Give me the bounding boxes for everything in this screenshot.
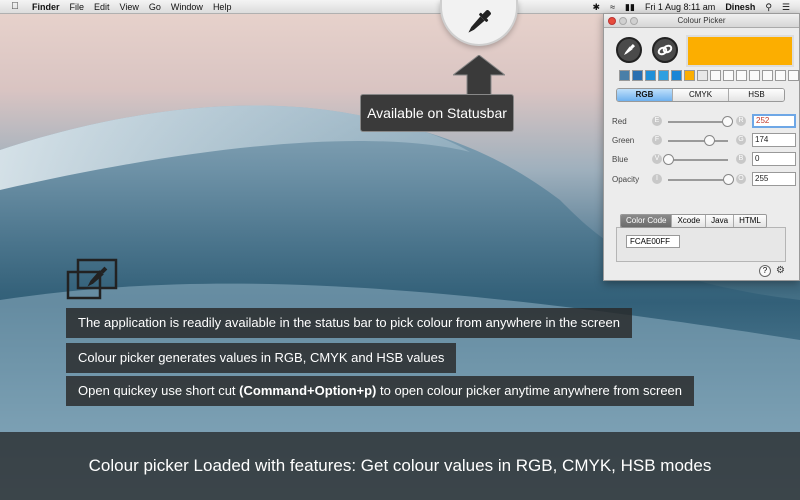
tab-java[interactable]: Java xyxy=(706,215,735,227)
menu-app-name[interactable]: Finder xyxy=(32,2,60,12)
color-mode-segment: RGB CMYK HSB xyxy=(616,88,785,102)
green-value-field[interactable]: 174 xyxy=(752,133,796,147)
menu-window[interactable]: Window xyxy=(171,2,203,12)
color-swatch[interactable] xyxy=(671,70,682,81)
slider-label: Opacity xyxy=(612,175,640,184)
spotlight-icon[interactable]: ⚲ xyxy=(765,2,772,13)
window-title: Colour Picker xyxy=(677,16,726,25)
slider-max-badge: B xyxy=(736,154,746,164)
feature-banner-statusbar: The application is readily available in … xyxy=(66,308,632,338)
feature-banner-modes: Colour picker generates values in RGB, C… xyxy=(66,343,457,373)
color-swatch[interactable] xyxy=(658,70,669,81)
link-icon xyxy=(657,44,673,56)
slider-label: Red xyxy=(612,117,627,126)
menu-view[interactable]: View xyxy=(120,2,139,12)
help-button[interactable]: ? xyxy=(759,265,771,277)
minimize-window-button[interactable] xyxy=(619,17,627,25)
screen-picker-icon xyxy=(66,258,118,300)
slider-row-blue: Blue V B 0 xyxy=(604,152,800,168)
slider-min-badge: E xyxy=(652,116,662,126)
slider-track[interactable] xyxy=(668,140,728,142)
tab-color-code[interactable]: Color Code xyxy=(621,215,673,227)
slider-max-badge: R xyxy=(736,116,746,126)
opacity-value-field[interactable]: 255 xyxy=(752,172,796,186)
code-format-tabs: Color Code Xcode Java HTML xyxy=(620,214,767,228)
feature-banner-shortcut: Open quickey use short cut (Command+Opti… xyxy=(66,376,695,406)
window-titlebar[interactable]: Colour Picker xyxy=(604,14,799,28)
close-window-button[interactable] xyxy=(608,17,616,25)
slider-knob[interactable] xyxy=(723,174,734,185)
statusbar-callout: Available on Statusbar xyxy=(360,94,514,132)
slider-knob[interactable] xyxy=(703,135,715,146)
tab-html[interactable]: HTML xyxy=(734,215,766,227)
slider-label: Green xyxy=(612,136,635,145)
selected-color-preview xyxy=(686,35,794,67)
slider-track[interactable] xyxy=(668,179,728,181)
color-swatch[interactable] xyxy=(632,70,643,81)
slider-label: Blue xyxy=(612,155,629,164)
color-swatch[interactable] xyxy=(762,70,773,81)
menu-file[interactable]: File xyxy=(70,2,85,12)
slider-track[interactable] xyxy=(668,121,728,123)
blue-value-field[interactable]: 0 xyxy=(752,152,796,166)
zoom-window-button[interactable] xyxy=(630,17,638,25)
menubar-user[interactable]: Dinesh xyxy=(725,2,755,12)
slider-row-red: Red E R 252 xyxy=(604,114,800,130)
footer-tagline: Colour picker Loaded with features: Get … xyxy=(0,432,800,500)
color-swatch[interactable] xyxy=(775,70,786,81)
shortcut-keys: (Command+Option+p) xyxy=(239,383,377,398)
color-swatch[interactable] xyxy=(619,70,630,81)
menu-edit[interactable]: Edit xyxy=(94,2,110,12)
color-swatch[interactable] xyxy=(749,70,760,81)
slider-row-opacity: Opacity I O 255 xyxy=(604,172,800,188)
color-swatch[interactable] xyxy=(645,70,656,81)
slider-knob[interactable] xyxy=(722,116,734,127)
color-swatch[interactable] xyxy=(736,70,747,81)
tab-xcode[interactable]: Xcode xyxy=(672,215,707,227)
shortcut-text-prefix: Open quickey use short cut xyxy=(78,383,240,398)
eyedropper-icon xyxy=(468,10,491,33)
mode-cmyk[interactable]: CMYK xyxy=(673,89,729,101)
color-swatch[interactable] xyxy=(710,70,721,81)
gear-icon[interactable]: ⚙ xyxy=(776,265,785,276)
color-swatch[interactable] xyxy=(697,70,708,81)
red-value-field[interactable]: 252 xyxy=(752,114,796,128)
color-swatch[interactable] xyxy=(788,70,799,81)
menu-help[interactable]: Help xyxy=(213,2,232,12)
colour-picker-window: Colour Picker RGB CMYK HSB Red E R 252 G… xyxy=(603,13,800,281)
eyedropper-icon xyxy=(624,43,636,55)
eyedropper-button[interactable] xyxy=(616,37,642,63)
link-color-button[interactable] xyxy=(652,37,678,63)
slider-row-green: Green F G 174 xyxy=(604,133,800,149)
slider-track[interactable] xyxy=(668,159,728,161)
menu-go[interactable]: Go xyxy=(149,2,161,12)
slider-max-badge: G xyxy=(736,135,746,145)
color-history-swatches xyxy=(619,70,799,81)
menubar-datetime[interactable]: Fri 1 Aug 8:11 am xyxy=(645,2,715,12)
slider-min-badge: I xyxy=(652,174,662,184)
mode-rgb[interactable]: RGB xyxy=(617,89,673,101)
color-swatch[interactable] xyxy=(723,70,734,81)
slider-min-badge: V xyxy=(652,154,662,164)
color-code-field[interactable]: FCAE00FF xyxy=(626,235,680,248)
apple-menu-icon[interactable]:  xyxy=(6,1,24,12)
battery-icon[interactable]: ▮▮ xyxy=(625,2,635,13)
slider-min-badge: F xyxy=(652,135,662,145)
slider-knob[interactable] xyxy=(663,154,674,165)
notification-center-icon[interactable]: ☰ xyxy=(782,2,790,13)
shortcut-text-suffix: to open colour picker anytime anywhere f… xyxy=(376,383,683,398)
slider-max-badge: O xyxy=(736,174,746,184)
wifi-icon[interactable]: ≈ xyxy=(610,2,615,12)
color-swatch[interactable] xyxy=(684,70,695,81)
menubar:  Finder File Edit View Go Window Help ✱… xyxy=(0,0,800,14)
mode-hsb[interactable]: HSB xyxy=(729,89,784,101)
pointer-arrow-icon xyxy=(453,55,505,95)
bluetooth-icon[interactable]: ✱ xyxy=(593,2,601,13)
